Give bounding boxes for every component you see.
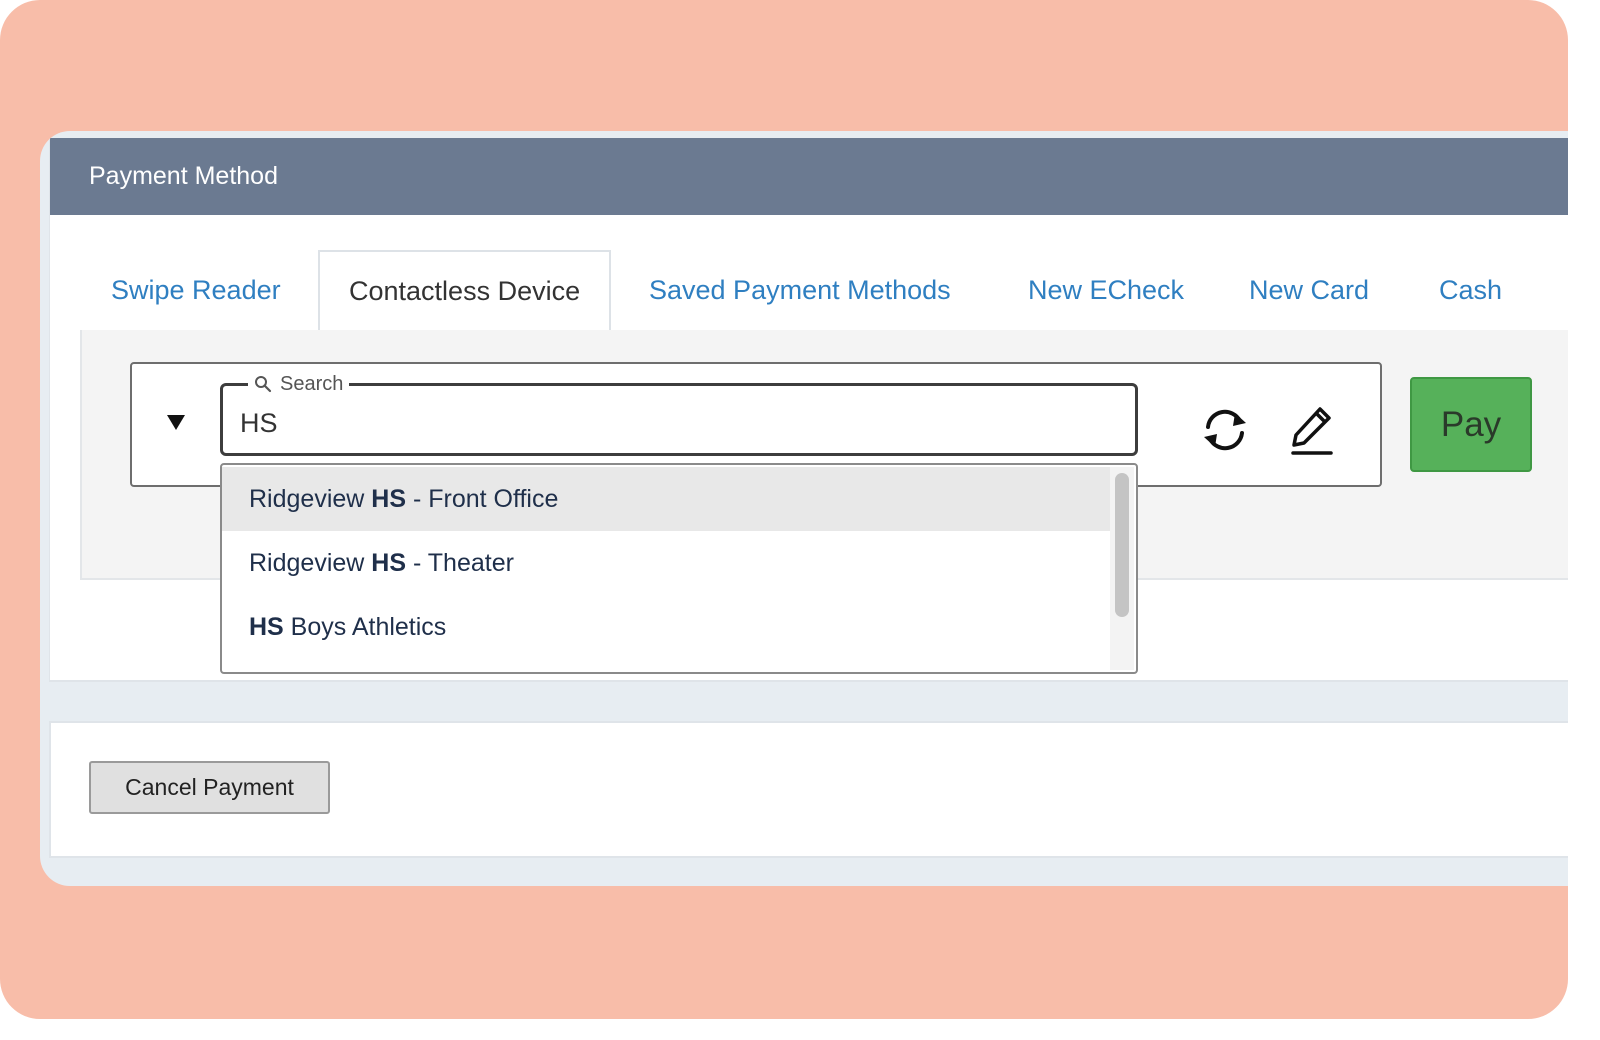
panel-title: Payment Method xyxy=(89,162,278,190)
triangle-down-icon xyxy=(167,415,185,430)
payment-card: Payment Method Swipe Reader Contactless … xyxy=(40,131,1568,886)
dropdown-item-match: HS xyxy=(249,613,284,641)
edit-button[interactable] xyxy=(1284,402,1340,458)
dropdown-scrollbar-thumb[interactable] xyxy=(1115,473,1129,617)
tab-new-card[interactable]: New Card xyxy=(1249,250,1369,330)
dropdown-item-prefix: Ridgeview xyxy=(249,485,372,513)
pay-button[interactable]: Pay xyxy=(1410,377,1532,472)
tab-new-echeck[interactable]: New ECheck xyxy=(1028,250,1184,330)
search-legend-text: Search xyxy=(280,372,344,395)
screenshot-frame: Payment Method Swipe Reader Contactless … xyxy=(0,0,1568,1019)
tab-cash[interactable]: Cash xyxy=(1439,250,1502,330)
search-results-dropdown: Ridgeview HS - Front Office Ridgeview HS… xyxy=(220,463,1138,674)
dropdown-item[interactable]: Ridgeview HS - Front Office xyxy=(222,467,1112,531)
dropdown-item-suffix: - Front Office xyxy=(406,485,559,513)
tab-contactless-device[interactable]: Contactless Device xyxy=(318,250,612,332)
dropdown-item-match: HS xyxy=(371,549,407,577)
refresh-button[interactable] xyxy=(1197,402,1253,458)
refresh-icon xyxy=(1204,409,1246,451)
dropdown-toggle-button[interactable] xyxy=(163,409,189,435)
cancel-payment-button[interactable]: Cancel Payment xyxy=(89,761,330,814)
payment-tabs: Swipe Reader Contactless Device Saved Pa… xyxy=(80,250,1568,332)
panel-header: Payment Method xyxy=(50,138,1568,215)
tab-saved-payment-methods[interactable]: Saved Payment Methods xyxy=(649,250,951,330)
dropdown-item[interactable]: Ridgeview HS - Theater xyxy=(222,531,1112,595)
dropdown-item-suffix: - Theater xyxy=(406,549,514,577)
search-icon xyxy=(255,376,272,393)
search-label: Search xyxy=(248,372,350,396)
dropdown-scrollbar[interactable] xyxy=(1110,467,1134,670)
dropdown-item-match: HS xyxy=(371,485,407,513)
dropdown-item-suffix: Boys Athletics xyxy=(283,613,447,641)
search-input[interactable] xyxy=(240,403,1110,443)
dropdown-item-prefix: Ridgeview xyxy=(249,549,372,577)
pencil-icon xyxy=(1291,407,1333,455)
tab-swipe-reader[interactable]: Swipe Reader xyxy=(111,250,281,330)
dropdown-item[interactable]: HS Boys Athletics xyxy=(222,595,1112,659)
